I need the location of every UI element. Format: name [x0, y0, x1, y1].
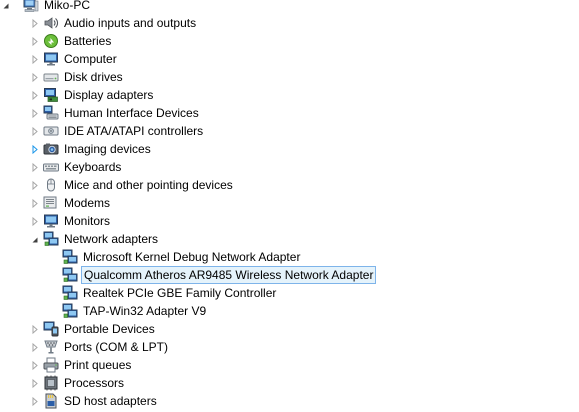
speaker-icon	[43, 15, 59, 31]
network-adapter-icon	[62, 267, 78, 283]
network-adapter-icon	[43, 231, 59, 247]
expand-arrow-icon[interactable]	[30, 392, 40, 410]
modem-icon	[43, 195, 59, 211]
portable-device-icon	[43, 321, 59, 337]
tree-category-modems[interactable]: Modems	[0, 194, 579, 212]
tree-category-human-interface-devices[interactable]: Human Interface Devices	[0, 104, 579, 122]
expand-arrow-icon[interactable]	[30, 176, 40, 194]
battery-icon	[43, 33, 59, 49]
tree-item-label: Imaging devices	[64, 142, 151, 156]
computer-icon	[23, 0, 39, 13]
printer-icon	[43, 357, 59, 373]
tree-item-label: TAP-Win32 Adapter V9	[83, 304, 207, 318]
tree-root-miko-pc[interactable]: Miko-PC	[0, 0, 579, 14]
monitor-icon	[43, 51, 59, 67]
expand-arrow-icon[interactable]	[30, 158, 40, 176]
network-adapter-icon	[62, 303, 78, 319]
tree-category-batteries[interactable]: Batteries	[0, 32, 579, 50]
network-adapter-icon	[62, 249, 78, 265]
tree-item-label: Processors	[64, 376, 125, 390]
tree-item-label: Disk drives	[64, 70, 123, 84]
expand-arrow-icon[interactable]	[30, 104, 40, 122]
expand-arrow-icon[interactable]	[30, 32, 40, 50]
expand-arrow-icon[interactable]	[30, 50, 40, 68]
tree-category-display-adapters[interactable]: Display adapters	[0, 86, 579, 104]
sd-card-icon	[43, 393, 59, 409]
tree-category-processors[interactable]: Processors	[0, 374, 579, 392]
expand-arrow-icon[interactable]	[30, 356, 40, 374]
tree-category-computer[interactable]: Computer	[0, 50, 579, 68]
tree-category-portable-devices[interactable]: Portable Devices	[0, 320, 579, 338]
tree-category-imaging-devices[interactable]: Imaging devices	[0, 140, 579, 158]
tree-item-label: Portable Devices	[64, 322, 155, 336]
tree-device-qualcomm-atheros-ar9485-wireless-network-adapter[interactable]: Qualcomm Atheros AR9485 Wireless Network…	[0, 266, 579, 284]
tree-item-label: Microsoft Kernel Debug Network Adapter	[83, 250, 301, 264]
expand-arrow-icon[interactable]	[30, 86, 40, 104]
device-tree: Miko-PC Audio inputs and outputs Batteries…	[0, 0, 579, 412]
camera-icon	[43, 141, 59, 157]
tree-item-label: SD host adapters	[64, 394, 157, 408]
tree-device-tap-win32-adapter-v9[interactable]: TAP-Win32 Adapter V9	[0, 302, 579, 320]
tree-item-label: Monitors	[64, 214, 111, 228]
collapse-arrow-icon[interactable]	[30, 230, 40, 248]
tree-item-label: Miko-PC	[44, 0, 91, 12]
tree-item-label: Display adapters	[64, 88, 154, 102]
tree-category-disk-drives[interactable]: Disk drives	[0, 68, 579, 86]
expand-arrow-icon[interactable]	[30, 122, 40, 140]
tree-category-network-adapters[interactable]: Network adapters	[0, 230, 579, 248]
tree-item-label: Qualcomm Atheros AR9485 Wireless Network…	[81, 266, 377, 284]
tree-device-realtek-pcie-gbe-family-controller[interactable]: Realtek PCIe GBE Family Controller	[0, 284, 579, 302]
tree-item-label: Human Interface Devices	[64, 106, 199, 120]
port-icon	[43, 339, 59, 355]
disk-drive-icon	[43, 69, 59, 85]
tree-device-microsoft-kernel-debug-network-adapter[interactable]: Microsoft Kernel Debug Network Adapter	[0, 248, 579, 266]
tree-item-label: IDE ATA/ATAPI controllers	[64, 124, 204, 138]
expand-arrow-icon[interactable]	[30, 194, 40, 212]
expand-arrow-icon[interactable]	[30, 320, 40, 338]
tree-category-mice-and-other-pointing-devices[interactable]: Mice and other pointing devices	[0, 176, 579, 194]
expand-arrow-icon[interactable]	[30, 68, 40, 86]
tree-item-label: Network adapters	[64, 232, 159, 246]
tree-item-label: Modems	[64, 196, 111, 210]
expand-arrow-icon[interactable]	[30, 140, 40, 158]
mouse-icon	[43, 177, 59, 193]
tree-item-label: Ports (COM & LPT)	[64, 340, 169, 354]
ide-controller-icon	[43, 123, 59, 139]
expand-arrow-icon[interactable]	[30, 212, 40, 230]
expand-arrow-icon[interactable]	[30, 14, 40, 32]
tree-category-ide-ata-atapi-controllers[interactable]: IDE ATA/ATAPI controllers	[0, 122, 579, 140]
tree-category-ports-com-lpt[interactable]: Ports (COM & LPT)	[0, 338, 579, 356]
expand-arrow-icon[interactable]	[30, 338, 40, 356]
tree-category-keyboards[interactable]: Keyboards	[0, 158, 579, 176]
tree-item-label: Print queues	[64, 358, 132, 372]
keyboard-icon	[43, 159, 59, 175]
tree-item-label: Audio inputs and outputs	[64, 16, 197, 30]
expand-arrow-icon[interactable]	[30, 374, 40, 392]
monitor-icon	[43, 213, 59, 229]
tree-item-label: Realtek PCIe GBE Family Controller	[83, 286, 277, 300]
tree-item-label: Keyboards	[64, 160, 122, 174]
tree-category-monitors[interactable]: Monitors	[0, 212, 579, 230]
collapse-arrow-icon[interactable]	[1, 0, 11, 14]
tree-category-audio-inputs-and-outputs[interactable]: Audio inputs and outputs	[0, 14, 579, 32]
display-adapter-icon	[43, 87, 59, 103]
tree-item-label: Mice and other pointing devices	[64, 178, 233, 192]
tree-item-label: Computer	[64, 52, 117, 66]
tree-category-print-queues[interactable]: Print queues	[0, 356, 579, 374]
hid-icon	[43, 105, 59, 121]
processor-icon	[43, 375, 59, 391]
tree-category-sd-host-adapters[interactable]: SD host adapters	[0, 392, 579, 410]
tree-item-label: Batteries	[64, 34, 112, 48]
network-adapter-icon	[62, 285, 78, 301]
